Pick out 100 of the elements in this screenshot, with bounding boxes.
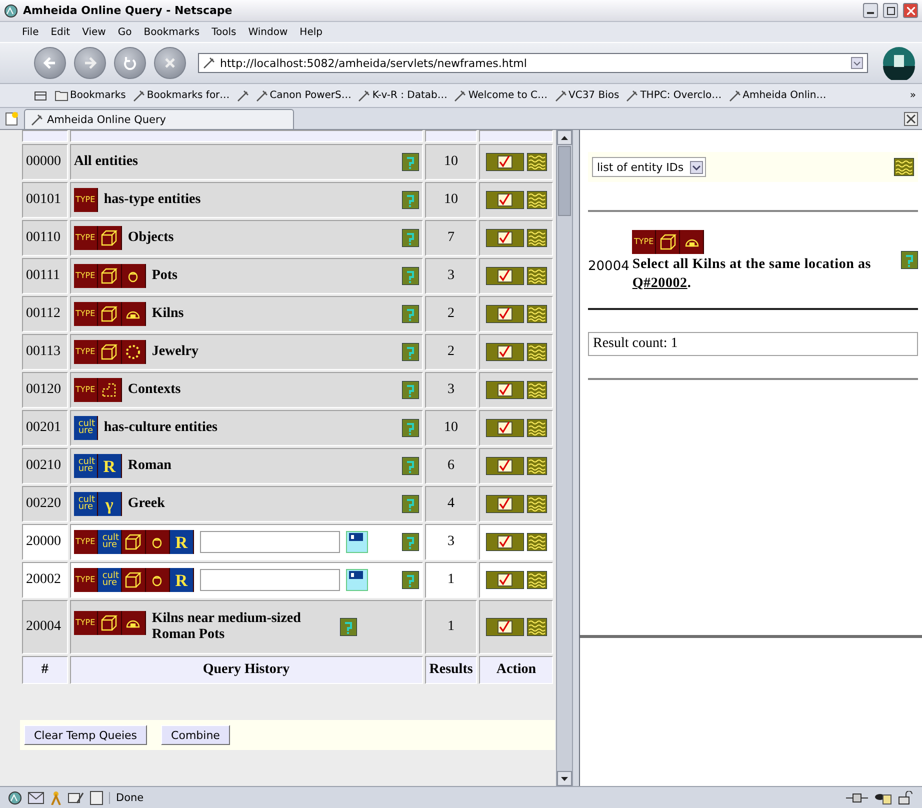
- list-icon[interactable]: [526, 419, 547, 437]
- query-link[interactable]: Q#20002: [632, 276, 688, 291]
- help-icon[interactable]: [402, 533, 419, 551]
- select-button[interactable]: [486, 457, 524, 475]
- help-icon[interactable]: [340, 618, 357, 636]
- list-icon[interactable]: [526, 305, 547, 323]
- menu-item[interactable]: Tools: [212, 26, 236, 38]
- help-icon[interactable]: [402, 267, 419, 285]
- select-button[interactable]: [486, 533, 524, 551]
- bookmark-link[interactable]: K-v-R : Datab…: [358, 90, 448, 102]
- composer-icon[interactable]: [68, 790, 84, 804]
- menu-item[interactable]: View: [82, 26, 106, 38]
- list-icon[interactable]: [526, 495, 547, 513]
- list-icon[interactable]: [526, 153, 547, 171]
- action-button[interactable]: Clear Temp Queies: [24, 725, 148, 745]
- scroll-thumb[interactable]: [558, 146, 571, 216]
- bookmark-link[interactable]: THPC: Overclo…: [626, 90, 722, 102]
- scroll-up-button[interactable]: [557, 130, 572, 145]
- type-icon: TYPE: [74, 568, 98, 592]
- mail-icon[interactable]: [28, 792, 44, 804]
- query-name-field[interactable]: [200, 531, 340, 553]
- back-button[interactable]: [34, 47, 66, 79]
- list-icon[interactable]: [526, 533, 547, 551]
- letter-icon: R: [170, 568, 194, 592]
- scroll-down-button[interactable]: [557, 771, 572, 786]
- help-icon[interactable]: [402, 229, 419, 247]
- address-field[interactable]: http://localhost:5082/amheida/servlets/newframes.html: [198, 53, 868, 73]
- list-icon[interactable]: [526, 343, 547, 361]
- browser-tab[interactable]: Amheida Online Query: [24, 109, 294, 129]
- list-icon[interactable]: [526, 457, 547, 475]
- dropdown-icon[interactable]: [690, 160, 703, 174]
- select-button[interactable]: [486, 419, 524, 437]
- save-icon[interactable]: [346, 531, 368, 553]
- format-dropdown[interactable]: list of entity IDs: [592, 157, 706, 177]
- save-icon[interactable]: [346, 569, 368, 591]
- stop-button[interactable]: [154, 47, 186, 79]
- query-label: Pots: [152, 268, 178, 284]
- menu-item[interactable]: Window: [248, 26, 288, 38]
- bookmark-link[interactable]: Welcome to C…: [454, 90, 548, 102]
- maximize-button[interactable]: [883, 3, 898, 18]
- help-icon[interactable]: [402, 495, 419, 513]
- select-button[interactable]: [486, 305, 524, 323]
- cube-icon: [98, 340, 122, 364]
- select-button[interactable]: [486, 191, 524, 209]
- list-icon[interactable]: [526, 191, 547, 209]
- select-button[interactable]: [486, 571, 524, 589]
- list-icon[interactable]: [526, 229, 547, 247]
- notebook-icon[interactable]: [90, 790, 103, 804]
- query-name-field[interactable]: [200, 569, 340, 591]
- menu-item[interactable]: Edit: [50, 26, 70, 38]
- help-icon[interactable]: [901, 251, 918, 270]
- connection-icon[interactable]: [846, 792, 868, 804]
- bookmark-folder[interactable]: Bookmarks: [55, 90, 126, 101]
- bookmark-link[interactable]: Bookmarks for…: [132, 90, 230, 102]
- help-icon[interactable]: [402, 191, 419, 209]
- result-count: 10: [424, 182, 478, 218]
- help-icon[interactable]: [402, 457, 419, 475]
- up-arrow-icon: [561, 136, 568, 140]
- menu-item[interactable]: Bookmarks: [144, 26, 200, 38]
- minimize-button[interactable]: [863, 3, 878, 18]
- query-label: Roman: [128, 458, 172, 474]
- new-tab-icon[interactable]: [4, 111, 20, 127]
- select-button[interactable]: [486, 381, 524, 399]
- reload-button[interactable]: [114, 47, 146, 79]
- help-icon[interactable]: [402, 571, 419, 589]
- more-bookmarks[interactable]: »: [910, 90, 916, 101]
- query-id: 20000: [22, 524, 68, 560]
- bookmark-link[interactable]: Amheida Onlin…: [728, 90, 826, 102]
- close-tab-icon[interactable]: [904, 112, 918, 126]
- help-icon[interactable]: [402, 343, 419, 361]
- help-icon[interactable]: [402, 153, 419, 171]
- close-button[interactable]: [903, 3, 918, 18]
- list-icon[interactable]: [526, 571, 547, 589]
- select-button[interactable]: [486, 153, 524, 171]
- menu-item[interactable]: File: [22, 26, 39, 38]
- select-button[interactable]: [486, 267, 524, 285]
- help-icon[interactable]: [402, 419, 419, 437]
- lock-icon[interactable]: [898, 790, 914, 804]
- list-icon[interactable]: [526, 618, 547, 636]
- frame-splitter[interactable]: [572, 130, 580, 786]
- forward-button[interactable]: [74, 47, 106, 79]
- select-button[interactable]: [486, 618, 524, 636]
- action-button[interactable]: Combine: [161, 725, 230, 745]
- menu-item[interactable]: Go: [118, 26, 132, 38]
- bookmark-link[interactable]: Canon PowerS…: [256, 90, 352, 102]
- list-icon[interactable]: [526, 381, 547, 399]
- select-button[interactable]: [486, 229, 524, 247]
- close-icon: [906, 6, 914, 14]
- help-icon[interactable]: [402, 305, 419, 323]
- bookmark-icon: [454, 90, 466, 102]
- list-icon[interactable]: [526, 267, 547, 285]
- select-button[interactable]: [486, 495, 524, 513]
- result-count: 1: [424, 600, 478, 654]
- folder-icon: [55, 90, 68, 101]
- tabs-icon[interactable]: [34, 90, 48, 102]
- help-icon[interactable]: [402, 381, 419, 399]
- list-icon[interactable]: [894, 158, 914, 176]
- select-button[interactable]: [486, 343, 524, 361]
- bookmark-link[interactable]: VC37 Bios: [554, 90, 620, 102]
- menu-item[interactable]: Help: [300, 26, 322, 38]
